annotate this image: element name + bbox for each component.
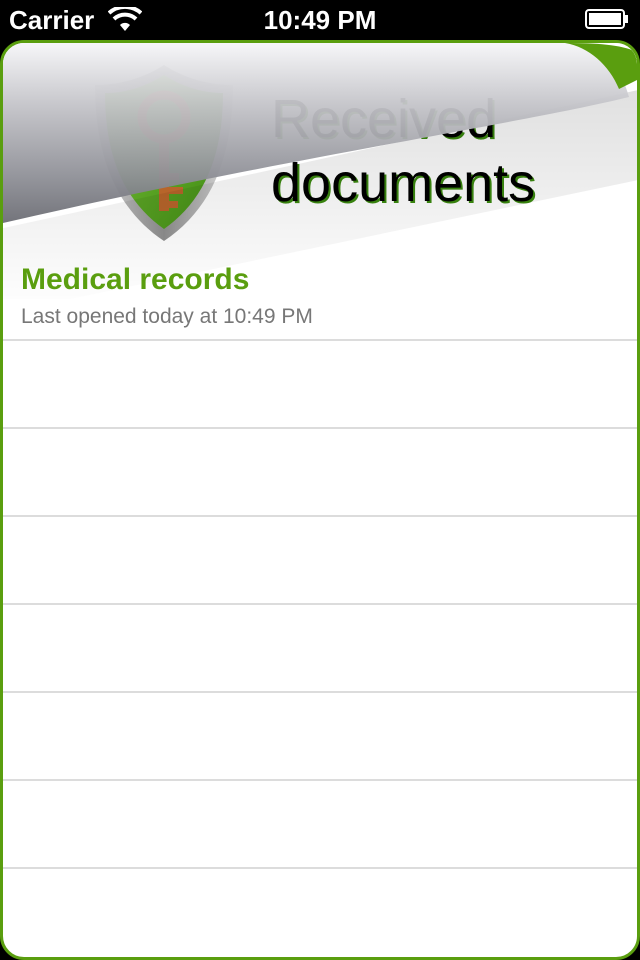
empty-row [3, 781, 637, 869]
page-title: Received documents [271, 87, 535, 215]
status-time: 10:49 PM [263, 5, 377, 35]
document-title: Medical records [21, 263, 250, 296]
document-subtitle: Last opened today at 10:49 PM [21, 305, 313, 328]
shield-key-icon [95, 65, 233, 241]
empty-row [3, 605, 637, 693]
battery-icon [585, 9, 628, 29]
empty-row [3, 517, 637, 605]
empty-row [3, 693, 637, 781]
page-title-line1: Received [271, 89, 497, 149]
empty-row [3, 341, 637, 429]
page-title-line2: documents [271, 153, 536, 213]
documents-card: Received documents Medical records Last … [0, 40, 640, 960]
status-bar: Carrier 10:49 PM [0, 0, 640, 40]
empty-row [3, 429, 637, 517]
header: Received documents [3, 43, 637, 253]
empty-row [3, 869, 637, 955]
document-row[interactable]: Medical records Last opened today at 10:… [3, 255, 637, 341]
